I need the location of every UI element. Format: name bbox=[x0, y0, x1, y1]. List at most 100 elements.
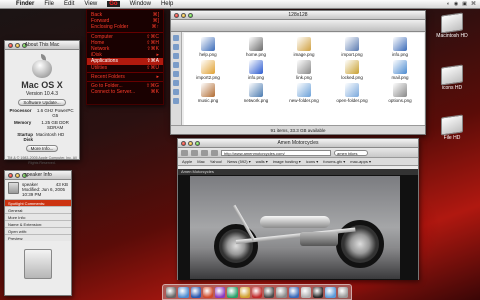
dock-app-icon[interactable] bbox=[166, 286, 177, 298]
bookmark-item[interactable]: Apple bbox=[182, 159, 192, 164]
dock-app-icon[interactable] bbox=[178, 286, 189, 298]
zoom-button[interactable] bbox=[195, 140, 200, 146]
dock-app-icon[interactable] bbox=[325, 286, 336, 298]
menu-file[interactable]: File bbox=[44, 1, 54, 7]
zoom-button[interactable] bbox=[188, 12, 193, 18]
file-icon bbox=[345, 60, 359, 74]
dock-app-icon[interactable] bbox=[313, 286, 324, 298]
info-section-disclosure[interactable]: More Info: bbox=[5, 213, 71, 220]
desktop-icon-icons-hd[interactable]: icons HD bbox=[432, 64, 472, 91]
sidebar-item-movies-icon[interactable] bbox=[173, 89, 179, 95]
close-button[interactable] bbox=[181, 140, 186, 146]
close-button[interactable] bbox=[8, 172, 13, 178]
file-item[interactable]: new-folder.png bbox=[280, 80, 328, 103]
bookmark-item[interactable]: Yahoo! bbox=[210, 159, 222, 164]
about-titlebar[interactable]: About This Mac bbox=[5, 41, 79, 50]
menu-help[interactable]: Help bbox=[161, 1, 173, 7]
file-item[interactable]: locked.png bbox=[328, 57, 376, 80]
menu-edit[interactable]: Edit bbox=[64, 1, 74, 7]
bookmark-item[interactable]: mac-apps ▾ bbox=[350, 159, 371, 164]
sidebar-item-music-icon[interactable] bbox=[173, 98, 179, 104]
go-menu-item[interactable]: Utilities ⇧⌘U bbox=[87, 65, 163, 71]
back-button[interactable] bbox=[181, 149, 188, 156]
info-titlebar[interactable]: speaker Info bbox=[5, 171, 71, 180]
sidebar-item-disk-icon[interactable] bbox=[173, 35, 179, 41]
file-item[interactable]: options.png bbox=[376, 80, 424, 103]
file-item[interactable]: link.png bbox=[280, 57, 328, 80]
dock-app-icon[interactable] bbox=[190, 286, 201, 298]
forward-button[interactable] bbox=[191, 149, 198, 156]
status-icon-4[interactable]: ⌘ bbox=[471, 1, 476, 7]
bookmark-item[interactable]: News (592) ▾ bbox=[227, 159, 251, 164]
search-field[interactable]: amen bikes bbox=[334, 149, 368, 156]
dock-app-icon[interactable] bbox=[264, 286, 275, 298]
status-icon-1[interactable]: ◐ bbox=[447, 1, 450, 7]
add-bookmark-button[interactable] bbox=[211, 149, 218, 156]
close-button[interactable] bbox=[8, 42, 13, 48]
status-icon-3[interactable]: ▣ bbox=[462, 1, 467, 7]
go-menu-item[interactable]: Connect to Server... ⌘K bbox=[87, 89, 163, 95]
info-section-disclosure[interactable]: Name & Extension: bbox=[5, 220, 71, 227]
bookmark-item[interactable]: forums-gfx ▾ bbox=[323, 159, 345, 164]
sidebar-item-desktop-icon[interactable] bbox=[173, 62, 179, 68]
info-section-disclosure[interactable]: Preview: bbox=[5, 234, 71, 241]
bookmark-item[interactable]: Mac bbox=[197, 159, 205, 164]
close-button[interactable] bbox=[174, 12, 179, 18]
sidebar-item-network-icon[interactable] bbox=[173, 44, 179, 50]
minimize-button[interactable] bbox=[188, 140, 193, 146]
file-item[interactable]: info.png bbox=[376, 34, 424, 57]
desktop-icon-file-hd[interactable]: File HD bbox=[432, 114, 472, 141]
browser-titlebar[interactable]: Amen Motorcycles bbox=[178, 139, 418, 148]
reload-button[interactable] bbox=[201, 149, 208, 156]
minimize-button[interactable] bbox=[15, 172, 20, 178]
minimize-button[interactable] bbox=[15, 42, 20, 48]
menu-separator bbox=[87, 80, 163, 82]
desktop-icon-label: icons HD bbox=[441, 85, 463, 91]
menu-view[interactable]: View bbox=[84, 1, 97, 7]
file-item[interactable]: open-folder.png bbox=[328, 80, 376, 103]
software-update-button[interactable]: Software Update... bbox=[18, 99, 66, 106]
menu-window[interactable]: Window bbox=[130, 1, 151, 7]
dock-app-icon[interactable] bbox=[288, 286, 299, 298]
zoom-button[interactable] bbox=[22, 42, 27, 48]
sidebar-item-docs-icon[interactable] bbox=[173, 80, 179, 86]
dock-app-icon[interactable] bbox=[227, 286, 238, 298]
dock-app-icon[interactable] bbox=[337, 286, 348, 298]
file-item[interactable]: image.png bbox=[280, 34, 328, 57]
menu-app-finder[interactable]: Finder bbox=[16, 1, 34, 7]
address-bar[interactable]: http://www.amenmotorcycles.com/ bbox=[221, 149, 331, 156]
info-section-disclosure[interactable]: Spotlight Comments: bbox=[5, 199, 71, 206]
go-menu-item[interactable]: Recent Folders ▸ bbox=[87, 74, 163, 80]
minimize-button[interactable] bbox=[181, 12, 186, 18]
bookmark-item[interactable]: image hosting ▾ bbox=[273, 159, 301, 164]
file-item[interactable]: network.png bbox=[232, 80, 280, 103]
finder-titlebar[interactable]: 128x128 bbox=[171, 11, 425, 20]
info-section-disclosure[interactable]: General: bbox=[5, 206, 71, 213]
zoom-button[interactable] bbox=[22, 172, 27, 178]
sidebar-item-apps-icon[interactable] bbox=[173, 71, 179, 77]
dock-app-icon[interactable] bbox=[251, 286, 263, 298]
more-info-button[interactable]: More Info... bbox=[25, 145, 59, 152]
dock-app-icon[interactable] bbox=[239, 286, 250, 298]
file-item[interactable]: mail.png bbox=[376, 57, 424, 80]
file-item[interactable]: info.png bbox=[232, 57, 280, 80]
info-section-disclosure[interactable]: Open with: bbox=[5, 227, 71, 234]
file-item[interactable]: home.png bbox=[232, 34, 280, 57]
dock-app-icon[interactable] bbox=[215, 286, 226, 298]
desktop-icon-macintosh-hd[interactable]: Macintosh HD bbox=[432, 12, 472, 39]
dock-app-icon[interactable] bbox=[276, 286, 287, 298]
file-item[interactable]: import.png bbox=[328, 34, 376, 57]
dock-app-icon[interactable] bbox=[300, 286, 312, 298]
file-item[interactable]: import2.png bbox=[184, 57, 232, 80]
file-item[interactable]: music.png bbox=[184, 80, 232, 103]
bookmark-item[interactable]: icons ▾ bbox=[306, 159, 318, 164]
file-name: open-folder.png bbox=[336, 98, 368, 103]
status-icon-2[interactable]: ◉ bbox=[454, 1, 458, 7]
dock-app-icon[interactable] bbox=[202, 286, 214, 298]
sidebar-item-home-icon[interactable] bbox=[173, 53, 179, 59]
bookmark-item[interactable]: walls ▾ bbox=[256, 159, 268, 164]
menu-go[interactable]: Go bbox=[107, 1, 120, 7]
go-menu-item[interactable]: Enclosing Folder ⌘↑ bbox=[87, 24, 163, 30]
file-item[interactable]: help.png bbox=[184, 34, 232, 57]
file-icon bbox=[201, 37, 215, 51]
